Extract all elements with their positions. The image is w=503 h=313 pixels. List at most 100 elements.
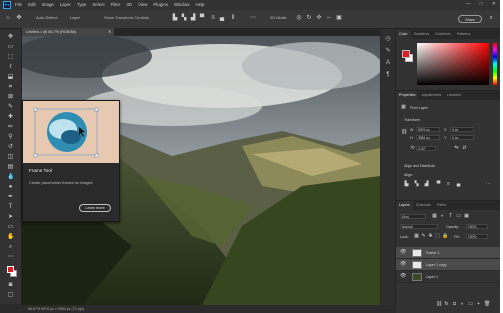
foreground-color-swatch[interactable]	[7, 266, 14, 273]
more-options-icon[interactable]: ⋯	[250, 15, 256, 21]
share-button[interactable]: Share	[458, 15, 482, 23]
height-input[interactable]: 3984 px	[416, 135, 440, 140]
align-left-icon[interactable]: ▙	[172, 15, 178, 21]
layer-style-icon[interactable]: fx	[444, 302, 449, 307]
3d-roll-icon[interactable]: ↻	[306, 15, 312, 21]
menu-window[interactable]: Window	[174, 2, 190, 7]
tab-paths[interactable]: Paths	[434, 201, 449, 210]
auto-select-target-dropdown[interactable]: Layer	[70, 15, 80, 20]
menu-help[interactable]: Help	[195, 2, 204, 7]
brush-tool-icon[interactable]: ✏	[7, 124, 14, 130]
panel-align-vcenter-icon[interactable]: ≡	[446, 182, 451, 187]
filter-pixel-icon[interactable]: ▦	[432, 214, 437, 219]
rectangle-tool-icon[interactable]: ▭	[7, 224, 14, 230]
object-select-tool-icon[interactable]: ⬓	[7, 74, 14, 80]
brush-settings-icon[interactable]: ✎	[385, 48, 391, 54]
maximize-button[interactable]: □	[480, 1, 483, 7]
lock-artboard-icon[interactable]: ⬚	[435, 234, 440, 239]
tab-libraries[interactable]: Libraries	[444, 91, 464, 100]
tab-color[interactable]: Color	[396, 30, 411, 39]
transform-section-header[interactable]: Transform	[404, 118, 420, 122]
lock-all-icon[interactable]: 🔒	[442, 234, 448, 239]
layer-row[interactable]: 👁 Layer 1 copy	[396, 259, 500, 271]
menu-edit[interactable]: Edit	[28, 2, 36, 7]
lasso-tool-icon[interactable]: ℓ	[7, 64, 14, 70]
learn-more-button[interactable]: Learn more	[79, 204, 111, 212]
align-bottom-icon[interactable]: ▄	[219, 15, 225, 21]
angle-input[interactable]: 0.00°	[416, 146, 436, 151]
tab-properties[interactable]: Properties	[396, 91, 419, 100]
type-tool-icon[interactable]: T	[7, 204, 14, 210]
lock-image-icon[interactable]: ✎	[421, 234, 426, 239]
menu-3d[interactable]: 3D	[126, 2, 132, 7]
quick-mask-icon[interactable]: ◙	[7, 282, 14, 288]
character-panel-icon[interactable]: A	[385, 60, 391, 66]
align-right-icon[interactable]: ▟	[190, 15, 196, 21]
eyedropper-tool-icon[interactable]: ✎	[7, 104, 14, 110]
move-tool-icon[interactable]: ✥	[7, 34, 14, 40]
lock-position-icon[interactable]: ✥	[428, 234, 433, 239]
fill-input[interactable]: 100%	[466, 234, 488, 239]
menu-plugins[interactable]: Plugins	[153, 2, 167, 7]
eraser-tool-icon[interactable]: ◫	[7, 154, 14, 160]
visibility-eye-icon[interactable]: 👁	[400, 262, 406, 267]
link-dimensions-icon[interactable]: ⛓	[401, 130, 407, 135]
screen-mode-icon[interactable]: ▢	[7, 292, 14, 298]
x-input[interactable]: 0 px	[450, 127, 474, 132]
pen-tool-icon[interactable]: ✒	[7, 194, 14, 200]
menu-image[interactable]: Image	[42, 2, 54, 7]
menu-layer[interactable]: Layer	[60, 2, 71, 7]
visibility-eye-icon[interactable]: 👁	[400, 250, 406, 255]
y-input[interactable]: 0 px	[450, 135, 474, 140]
dodge-tool-icon[interactable]: ●	[7, 184, 14, 190]
link-layers-icon[interactable]: ⛓	[436, 302, 442, 307]
hand-tool-icon[interactable]: ✋	[7, 234, 14, 240]
path-select-tool-icon[interactable]: ➤	[7, 214, 14, 220]
adjustment-layer-icon[interactable]: ◐	[460, 302, 465, 307]
tab-swatches[interactable]: Swatches	[411, 30, 433, 39]
hue-slider[interactable]	[493, 43, 497, 85]
close-tab-icon[interactable]: ✕	[108, 28, 111, 36]
layer-filter-dropdown[interactable]: Kind	[400, 214, 426, 219]
auto-select-checkbox[interactable]: Auto-Select:	[36, 15, 58, 20]
history-panel-icon[interactable]: ◷	[385, 36, 391, 42]
tab-gradients[interactable]: Gradients	[432, 30, 454, 39]
menu-select[interactable]: Select	[92, 2, 104, 7]
menu-filter[interactable]: Filter	[111, 2, 121, 7]
crop-tool-icon[interactable]: ⌗	[7, 84, 14, 90]
healing-brush-tool-icon[interactable]: ✚	[7, 114, 14, 120]
close-button[interactable]: ✕	[492, 1, 496, 7]
minimize-button[interactable]: —	[466, 1, 471, 7]
layer-row[interactable]: 👁 Layer 1	[396, 271, 500, 283]
flip-vertical-icon[interactable]: ⇵	[462, 146, 467, 151]
filter-smart-object-icon[interactable]: ▣	[464, 214, 469, 219]
show-transform-controls-checkbox[interactable]: Show Transform Controls	[104, 15, 149, 20]
panel-align-left-icon[interactable]: ▙	[404, 182, 409, 187]
tab-layers[interactable]: Layers	[396, 201, 413, 210]
tab-channels[interactable]: Channels	[413, 201, 434, 210]
visibility-eye-icon[interactable]: 👁	[400, 274, 406, 279]
opacity-input[interactable]: 100%	[466, 224, 488, 229]
color-panel-foreground-swatch[interactable]	[402, 50, 410, 58]
delete-layer-icon[interactable]: 🗑	[484, 302, 490, 307]
panel-align-top-icon[interactable]: ▀	[436, 182, 441, 187]
3d-orbit-icon[interactable]: ◎	[296, 15, 302, 21]
move-tool-icon[interactable]: ✥	[16, 15, 22, 21]
tab-patterns[interactable]: Patterns	[454, 30, 473, 39]
document-tab[interactable]: Untitled-1 @ 66.7% (RGB/8#) ✕	[22, 28, 114, 36]
filter-shape-icon[interactable]: ▭	[456, 214, 461, 219]
blur-tool-icon[interactable]: 💧	[7, 174, 14, 180]
lock-transparent-icon[interactable]: ▦	[414, 234, 419, 239]
menu-file[interactable]: File	[15, 2, 22, 7]
panel-align-hcenter-icon[interactable]: ▚	[414, 182, 419, 187]
more-tools-icon[interactable]: ⋯	[7, 254, 14, 260]
more-align-options-icon[interactable]: ⋯	[486, 182, 491, 187]
paragraph-panel-icon[interactable]: ¶	[385, 72, 391, 78]
align-center-icon[interactable]: ▚	[181, 15, 187, 21]
align-distribute-header[interactable]: Align and Distribute	[404, 164, 435, 168]
3d-slide-icon[interactable]: ⇔	[326, 15, 332, 21]
menu-view[interactable]: View	[138, 2, 147, 7]
home-icon[interactable]: ⌂	[5, 15, 11, 21]
new-layer-icon[interactable]: +	[476, 302, 481, 307]
artboard-tool-icon[interactable]: ▭	[7, 44, 14, 50]
